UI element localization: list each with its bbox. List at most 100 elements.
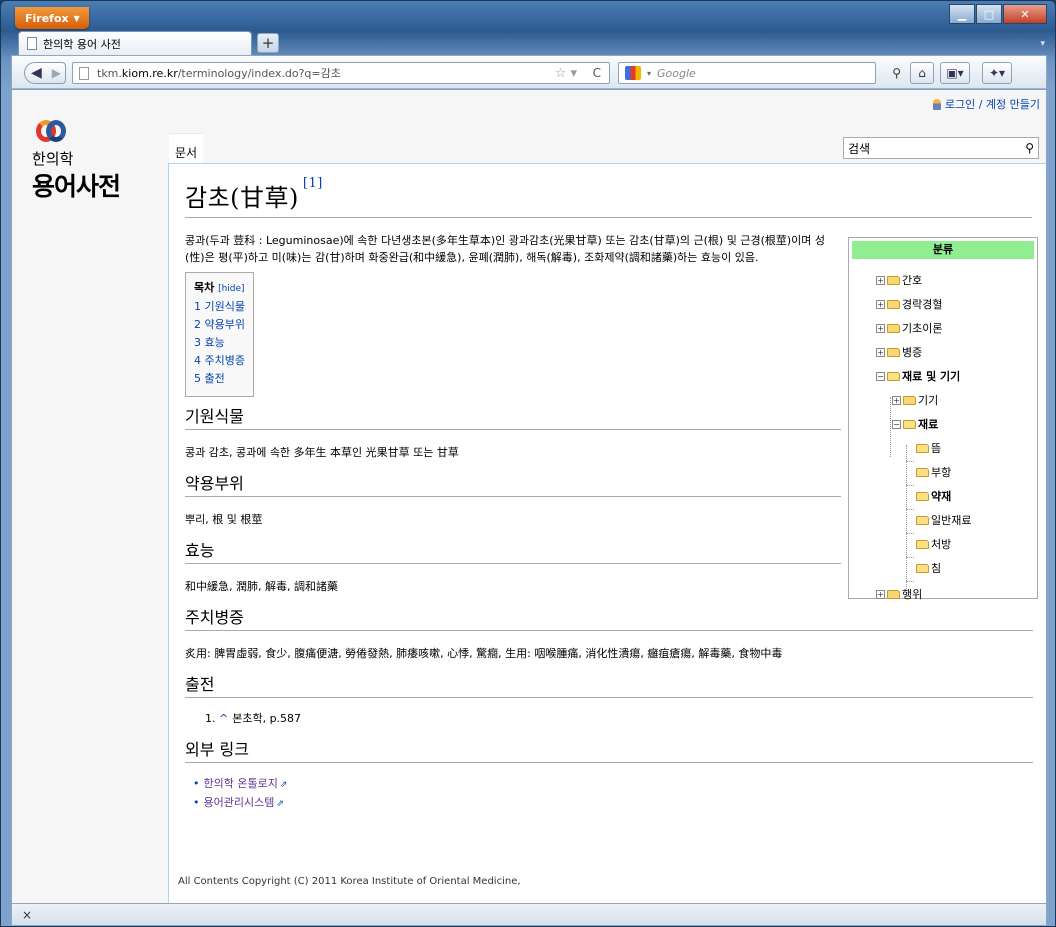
back-arrow-icon[interactable]: ◀ [31, 65, 42, 81]
new-tab-button[interactable]: + [257, 33, 279, 53]
tab-list-icon[interactable]: ▾ [1040, 39, 1045, 49]
external-link-ontology[interactable]: • 한의학 온톨로지 ⇗ [193, 775, 1032, 794]
section-heading: 효능 [185, 537, 841, 564]
folder-icon [887, 323, 900, 333]
search-placeholder[interactable]: Google [657, 67, 696, 80]
search-engine-bar[interactable]: ▾ Google ⚲ [618, 62, 901, 84]
category-title: 분류 [852, 241, 1034, 259]
open-folder-icon [916, 539, 929, 549]
login-link[interactable]: 로그인 / 계정 만들기 [932, 96, 1040, 112]
bookmarks-button[interactable]: ▣▾ [940, 62, 970, 84]
browser-tab[interactable]: 한의학 용어 사전 [18, 31, 252, 55]
collapse-icon: − [876, 371, 885, 381]
google-icon[interactable] [625, 66, 641, 80]
logo-title: 용어사전 [32, 172, 121, 201]
url-text[interactable]: tkm.kiom.re.kr/terminology/index.do?q=감초 [97, 65, 341, 81]
browser-window: Firefox ▼ ▁ □ ✕ 한의학 용어 사전 + ▾ ◀ ▶ tkm.kio… [0, 0, 1056, 927]
category-item[interactable]: 뜸 [916, 441, 941, 455]
reload-icon[interactable]: C [593, 66, 601, 80]
toc-item[interactable]: 2 약용부위 [194, 316, 245, 334]
external-link-terminology[interactable]: • 용어관리시스템 ⇗ [193, 794, 1032, 813]
section-external-links: 외부 링크 • 한의학 온톨로지 ⇗ • 용어관리시스템 ⇗ [185, 736, 1033, 813]
section-heading: 기원식물 [185, 403, 841, 430]
category-item-expanded[interactable]: − 재료 및 기기 [876, 369, 960, 383]
open-folder-icon [916, 491, 929, 501]
section-text: 炙用: 脾胃虛弱, 食少, 腹痛便溏, 勞倦發熱, 肺痿咳嗽, 心悸, 驚癎, … [185, 647, 783, 660]
toc-item[interactable]: 1 기원식물 [194, 298, 245, 316]
reference-text: 본초학, p.587 [232, 712, 302, 725]
wiki-search-input[interactable]: 검색 ⚲ [843, 137, 1039, 159]
wiki-search-text[interactable]: 검색 [848, 140, 870, 157]
page-icon [27, 37, 37, 50]
tab-title: 한의학 용어 사전 [43, 37, 121, 51]
minimize-button[interactable]: ▁ [949, 4, 975, 24]
section-heading: 약용부위 [185, 470, 841, 497]
section-heading: 주치병증 [185, 604, 1033, 631]
reference-item: 1. ^ 본초학, p.587 [205, 710, 1032, 726]
section-heading: 외부 링크 [185, 736, 1033, 763]
firefox-menu-button[interactable]: Firefox ▼ [15, 7, 89, 29]
title-ref-link[interactable]: [1] [303, 176, 323, 191]
folder-icon [903, 395, 916, 405]
forward-arrow-icon[interactable]: ▶ [52, 66, 61, 80]
category-item-current[interactable]: 약재 [916, 489, 951, 503]
open-folder-icon [916, 563, 929, 573]
search-magnifier-icon[interactable]: ⚲ [892, 66, 901, 80]
site-identity-icon[interactable] [79, 66, 89, 80]
expand-icon: + [876, 299, 885, 309]
close-window-button[interactable]: ✕ [1003, 4, 1047, 24]
category-item[interactable]: 처방 [916, 537, 951, 551]
expand-icon: + [876, 275, 885, 285]
firefox-menu-label: Firefox [25, 11, 69, 25]
toc-title: 목차 [194, 281, 215, 294]
reference-backlink[interactable]: ^ [219, 712, 228, 725]
category-item[interactable]: + 기초이론 [876, 321, 942, 335]
external-link-icon: ⇗ [276, 799, 284, 809]
search-icon[interactable]: ⚲ [1025, 141, 1034, 155]
expand-icon: + [876, 347, 885, 357]
category-item[interactable]: + 기기 [892, 393, 938, 407]
folder-icon [887, 299, 900, 309]
toc-hide-link[interactable]: [hide] [218, 284, 244, 294]
external-link-icon: ⇗ [279, 780, 288, 790]
collapse-icon: − [892, 419, 901, 429]
home-button[interactable]: ⌂ [910, 62, 934, 84]
toc-item[interactable]: 4 주치병증 [194, 352, 245, 370]
address-bar[interactable]: tkm.kiom.re.kr/terminology/index.do?q=감초… [72, 62, 610, 84]
tab-document[interactable]: 문서 [169, 133, 204, 163]
expand-icon: + [876, 323, 885, 333]
open-folder-icon [916, 467, 929, 477]
folder-icon [887, 589, 900, 599]
site-logo[interactable]: 한의학 용어사전 [32, 120, 152, 203]
close-addon-bar-icon[interactable]: × [22, 908, 32, 922]
login-label[interactable]: 로그인 / 계정 만들기 [945, 96, 1040, 112]
engine-dropdown-icon[interactable]: ▾ [647, 69, 651, 78]
window-controls: ▁ □ ✕ [949, 4, 1047, 24]
category-item-expanded[interactable]: − 재료 [892, 417, 938, 431]
toc-item[interactable]: 5 출전 [194, 370, 245, 388]
category-item[interactable]: + 행위 [876, 587, 922, 601]
back-forward-buttons[interactable]: ◀ ▶ [24, 62, 66, 84]
folder-icon [887, 347, 900, 357]
web-page: 로그인 / 계정 만들기 한의학 용어사전 문서 검색 ⚲ 감초(甘草)[1] … [11, 90, 1047, 903]
addons-button[interactable]: ✦▾ [982, 62, 1012, 84]
open-folder-icon [903, 419, 916, 429]
category-item[interactable]: + 병증 [876, 345, 922, 359]
logo-subtitle: 한의학 [32, 150, 74, 168]
section-heading: 출전 [185, 671, 1033, 698]
user-icon [932, 98, 941, 110]
maximize-button[interactable]: □ [976, 4, 1002, 24]
folder-icon [887, 275, 900, 285]
page-footer: All Contents Copyright (C) 2011 Korea In… [178, 876, 521, 887]
category-item[interactable]: + 경락경혈 [876, 297, 942, 311]
category-item[interactable]: + 간호 [876, 273, 922, 287]
category-item[interactable]: 부항 [916, 465, 951, 479]
open-folder-icon [916, 515, 929, 525]
page-tabs: 문서 검색 ⚲ [169, 133, 1039, 163]
toc-item[interactable]: 3 효능 [194, 334, 245, 352]
category-item[interactable]: 침 [916, 561, 941, 575]
bookmark-star-icon[interactable]: ☆ ▾ [555, 66, 577, 81]
kiom-logo-icon [36, 120, 66, 144]
category-item[interactable]: 일반재료 [916, 513, 971, 527]
expand-icon: + [876, 589, 885, 599]
